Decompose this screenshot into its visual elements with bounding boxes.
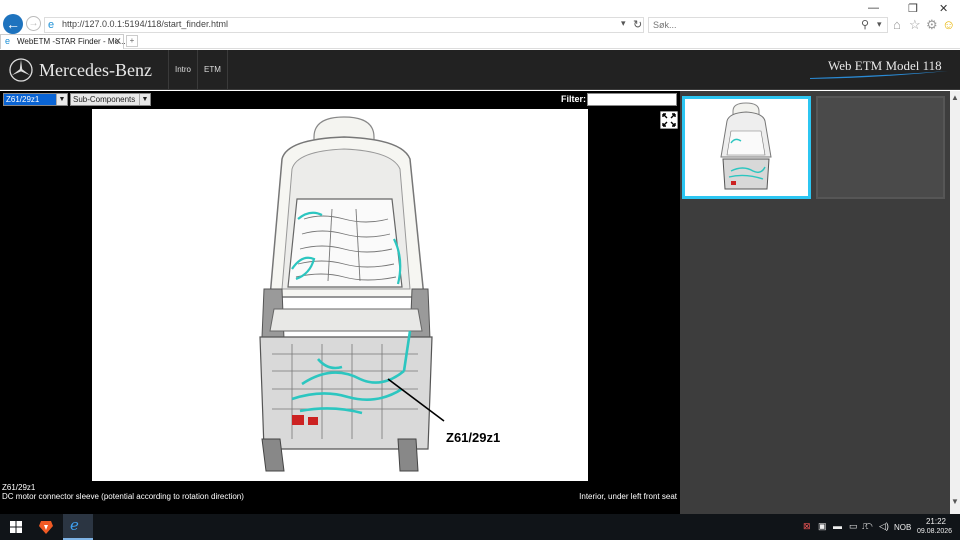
ie-taskbar-button[interactable]: e — [63, 514, 93, 540]
tray-box-icon[interactable]: ▬ — [833, 521, 842, 531]
thumbnail-empty[interactable] — [816, 96, 945, 199]
app-tray-icon[interactable]: ▣ — [818, 521, 827, 532]
internet-explorer-icon: e — [70, 516, 79, 534]
filter-label: Filter: — [561, 94, 587, 104]
tab-bar: e WebETM -STAR Finder - Mo... ✕ + — [0, 34, 960, 49]
brave-browser-icon[interactable] — [38, 519, 54, 535]
nav-etm[interactable]: ETM — [198, 50, 228, 90]
filter-input[interactable] — [587, 93, 677, 106]
thumbnail-seat-image — [720, 102, 772, 190]
callout-label: Z61/29z1 — [446, 430, 500, 445]
mercedes-star-logo — [9, 58, 33, 82]
search-input[interactable] — [653, 19, 853, 31]
home-icon[interactable]: ⌂ — [893, 17, 901, 32]
volume-icon[interactable]: ◁) — [879, 521, 889, 532]
tab-close-icon[interactable]: ✕ — [114, 36, 122, 47]
favorites-star-icon[interactable]: ☆ — [909, 17, 921, 33]
minimize-button[interactable]: — — [868, 2, 879, 14]
search-dropdown-icon[interactable]: ▾ — [877, 19, 882, 30]
scroll-down-icon[interactable]: ▼ — [950, 497, 960, 506]
browser-tab[interactable]: e WebETM -STAR Finder - Mo... ✕ — [0, 34, 126, 49]
url-text[interactable]: http://127.0.0.1:5194/118/start_finder.h… — [62, 19, 228, 29]
component-id: Z61/29z1 — [2, 483, 36, 492]
component-location: Interior, under left front seat — [579, 492, 677, 501]
windows-start-icon[interactable] — [10, 521, 22, 533]
wifi-icon[interactable]: ◠ — [865, 521, 873, 532]
feedback-smiley-icon[interactable]: ☺ — [942, 17, 955, 32]
seat-wiring-diagram[interactable]: Z61/29z1 — [92, 109, 678, 481]
ie-tab-icon: e — [5, 36, 11, 46]
thumbnail-panel — [680, 91, 950, 514]
viewer-toolbar: Z61/29z1 ▼ Sub-Components ▼ Filter: — [0, 91, 680, 109]
image-viewer: Z61/29z1 — [0, 109, 680, 481]
tab-title: WebETM -STAR Finder - Mo... — [17, 37, 126, 46]
app-header: Mercedes-Benz Intro ETM Web ETM Model 11… — [0, 50, 960, 90]
keyboard-language[interactable]: NOB — [894, 523, 911, 532]
subcomponents-select[interactable]: Sub-Components ▼ — [70, 93, 151, 106]
battery-icon[interactable]: ▭ — [849, 521, 858, 532]
close-window-button[interactable]: ✕ — [939, 2, 948, 15]
back-button[interactable]: ← — [3, 14, 23, 34]
clock-date[interactable]: 09.08.2026 — [917, 528, 952, 535]
search-icon[interactable]: ⚲ — [861, 18, 869, 31]
settings-gear-icon[interactable]: ⚙ — [926, 17, 938, 33]
ie-page-icon: e — [48, 19, 55, 31]
chevron-down-icon[interactable]: ▼ — [56, 94, 67, 105]
new-tab-button[interactable]: + — [126, 35, 138, 47]
url-field[interactable]: e http://127.0.0.1:5194/118/start_finder… — [44, 17, 644, 33]
seat-drawing: Z61/29z1 — [259, 116, 500, 472]
thumbnail-selected[interactable] — [682, 96, 811, 199]
windows-taskbar: e ⊠ ▣ ▬ ▭ ⎍ ◠ ◁) NOB 21:22 09.08.2026 — [0, 514, 960, 540]
component-select[interactable]: Z61/29z1 ▼ — [3, 93, 68, 106]
nav-intro[interactable]: Intro — [168, 50, 199, 90]
browser-address-bar: ← → e http://127.0.0.1:5194/118/start_fi… — [0, 0, 960, 34]
search-field[interactable]: ⚲ ▾ — [648, 17, 888, 33]
brand-name: Mercedes-Benz — [39, 60, 152, 80]
network-error-icon[interactable]: ⊠ — [803, 521, 811, 532]
model-title-swoosh — [810, 71, 948, 79]
restore-button[interactable]: ❐ — [908, 2, 918, 15]
subcomponents-select-value: Sub-Components — [73, 95, 136, 104]
component-description: DC motor connector sleeve (potential acc… — [2, 492, 244, 501]
clock-time[interactable]: 21:22 — [925, 517, 947, 526]
forward-button[interactable]: → — [26, 16, 41, 31]
url-dropdown-icon[interactable]: ▾ — [621, 18, 626, 29]
scrollbar[interactable]: ▲ ▼ — [950, 91, 960, 514]
refresh-icon[interactable]: ↻ — [633, 18, 642, 31]
component-select-value: Z61/29z1 — [4, 94, 56, 105]
expand-icon[interactable] — [660, 111, 678, 129]
scroll-up-icon[interactable]: ▲ — [950, 93, 960, 102]
chevron-down-icon[interactable]: ▼ — [139, 94, 150, 105]
component-info-bar: Z61/29z1 DC motor connector sleeve (pote… — [0, 481, 680, 514]
